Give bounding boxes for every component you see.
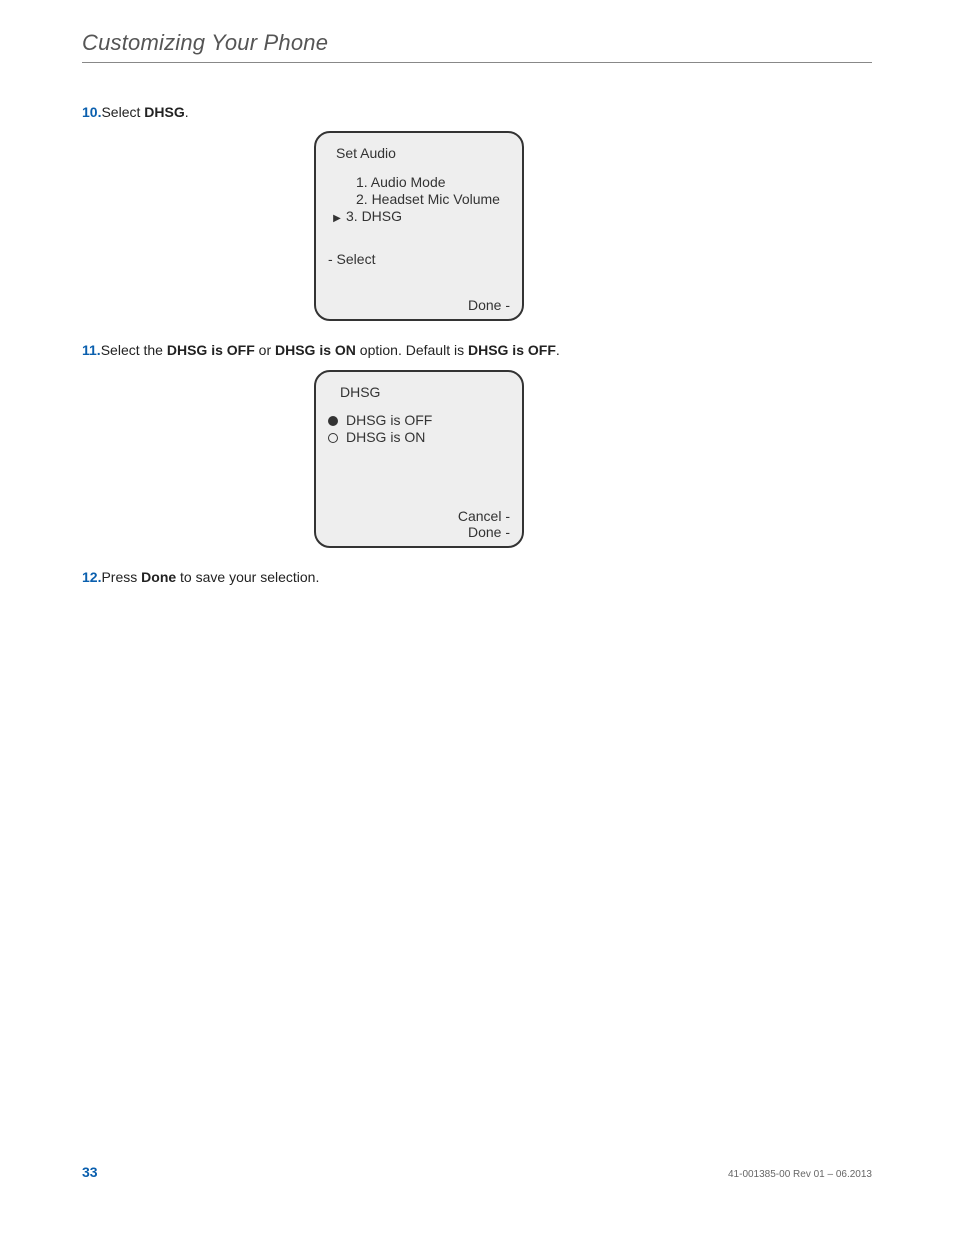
step-text: or — [255, 342, 275, 358]
menu-item-dhsg: 3. DHSG — [332, 208, 512, 225]
step-text: Press — [101, 569, 141, 585]
step-text: . — [556, 342, 560, 358]
softkey-done: Done - — [326, 524, 510, 540]
step-number: 11. — [82, 342, 101, 358]
radio-label: DHSG is OFF — [346, 412, 432, 429]
step-text: Select — [101, 104, 144, 120]
step-bold: Done — [141, 569, 176, 585]
step-10: 10.Select DHSG. — [82, 103, 872, 121]
step-suffix: . — [185, 104, 189, 120]
screen-title: Set Audio — [326, 145, 512, 162]
step-text: Select the — [101, 342, 167, 358]
menu-item-label: 1. Audio Mode — [346, 174, 446, 191]
menu-list: 1. Audio Mode 2. Headset Mic Volume 3. D… — [326, 174, 512, 225]
step-bold: DHSG is OFF — [468, 342, 556, 358]
radio-label: DHSG is ON — [346, 429, 425, 446]
step-bold: DHSG is ON — [275, 342, 356, 358]
phone-screen-dhsg: DHSG DHSG is OFF DHSG is ON Cancel - Don… — [314, 370, 524, 549]
step-number: 12. — [82, 569, 101, 585]
step-number: 10. — [82, 104, 101, 120]
phone-screen-set-audio: Set Audio 1. Audio Mode 2. Headset Mic V… — [314, 131, 524, 321]
menu-item-label: 3. DHSG — [346, 208, 402, 225]
doc-revision: 41-001385-00 Rev 01 – 06.2013 — [728, 1169, 872, 1180]
radio-dhsg-on: DHSG is ON — [328, 429, 512, 446]
screen-title: DHSG — [326, 384, 512, 401]
step-12: 12.Press Done to save your selection. — [82, 568, 872, 586]
step-text: option. Default is — [356, 342, 468, 358]
softkey-cancel: Cancel - — [326, 508, 510, 524]
step-bold: DHSG is OFF — [167, 342, 255, 358]
softkey-actions: Done - — [326, 297, 512, 313]
menu-item-label: 2. Headset Mic Volume — [346, 191, 500, 208]
menu-item-audio-mode: 1. Audio Mode — [332, 174, 512, 191]
radio-dhsg-off: DHSG is OFF — [328, 412, 512, 429]
step-suffix: to save your selection. — [176, 569, 319, 585]
softkey-hint-select: - Select — [326, 251, 512, 268]
step-bold: DHSG — [144, 104, 184, 120]
radio-empty-icon — [328, 433, 338, 443]
softkey-done: Done - — [326, 297, 510, 313]
page-footer: 33 41-001385-00 Rev 01 – 06.2013 — [0, 1164, 954, 1180]
page-number: 33 — [82, 1164, 98, 1180]
radio-list: DHSG is OFF DHSG is ON — [326, 412, 512, 446]
menu-item-headset-mic-volume: 2. Headset Mic Volume — [332, 191, 512, 208]
softkey-actions: Cancel - Done - — [326, 508, 512, 540]
document-page: Customizing Your Phone 10.Select DHSG. S… — [0, 0, 954, 1235]
step-11: 11.Select the DHSG is OFF or DHSG is ON … — [82, 341, 872, 359]
selection-arrow-icon — [332, 208, 342, 225]
radio-filled-icon — [328, 416, 338, 426]
page-title: Customizing Your Phone — [82, 30, 872, 63]
